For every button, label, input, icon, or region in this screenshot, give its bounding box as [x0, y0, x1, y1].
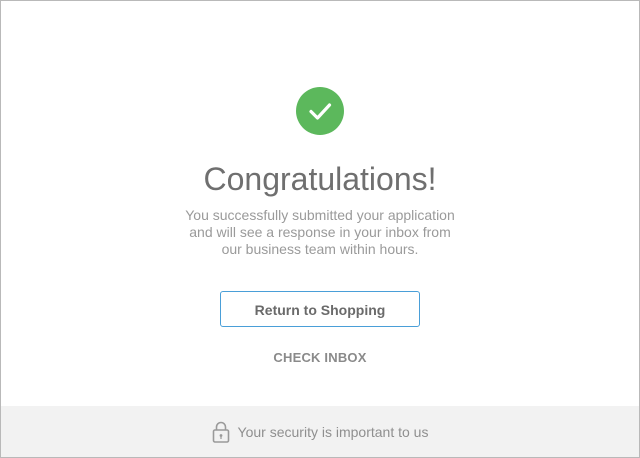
security-message: Your security is important to us: [237, 423, 429, 440]
check-inbox-link[interactable]: CHECK INBOX: [220, 348, 420, 368]
confirmation-content: Congratulations! You successfully submit…: [1, 1, 639, 406]
check-icon: [309, 103, 332, 120]
message-line: and will see a response in your inbox fr…: [189, 224, 451, 240]
security-footer: Your security is important to us: [1, 406, 639, 457]
confirmation-message: You successfully submitted your applicat…: [170, 207, 470, 258]
lock-icon: [212, 421, 229, 443]
return-to-shopping-button[interactable]: Return to Shopping: [220, 291, 420, 327]
page-title: Congratulations!: [203, 161, 437, 197]
success-check-icon: [296, 87, 344, 135]
confirmation-dialog: Congratulations! You successfully submit…: [0, 0, 640, 458]
message-line: You successfully submitted your applicat…: [185, 207, 455, 223]
message-line: our business team within hours.: [221, 241, 419, 257]
